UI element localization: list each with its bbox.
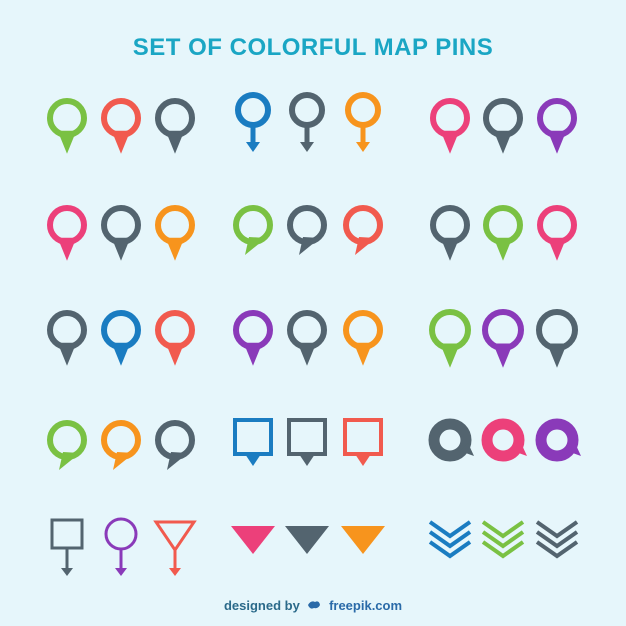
drop-pin-icon <box>287 310 327 366</box>
triangle-stem-pin-icon <box>153 520 197 576</box>
ring-thick-pin-icon <box>428 418 474 462</box>
bubble-pin-icon <box>343 205 383 255</box>
bubble-left-pin-icon <box>101 310 141 366</box>
freepik-logo-icon <box>308 601 321 609</box>
chevron-tri-pin-icon <box>229 526 277 563</box>
chevron-triple-pin-icon <box>535 520 579 559</box>
drop-pin-icon <box>483 98 523 154</box>
chevron-tri-pin-icon <box>339 526 387 563</box>
ring-thick-pin-icon <box>481 418 527 462</box>
bubble-pin-icon <box>155 420 195 470</box>
drop-wide-pin-icon <box>429 309 471 368</box>
footer-credit: designed by freepik.com <box>0 598 626 613</box>
designed-by-text: designed by <box>223 598 300 613</box>
circle-arrow-pin-icon <box>104 517 138 576</box>
drop-pin-icon <box>155 98 195 154</box>
chevron-tri-pin-icon <box>283 526 331 563</box>
bubble-pin-icon <box>233 205 273 255</box>
ring-arrow-pin-icon <box>345 92 381 152</box>
square-arrow-pin-icon <box>50 518 84 576</box>
drop-pin-icon <box>430 205 470 261</box>
drop-pin-icon <box>155 205 195 261</box>
square-pin-icon <box>287 418 327 466</box>
ring-arrow-pin-icon <box>289 92 325 152</box>
freepik-brand-text: freepik.com <box>329 598 403 613</box>
drop-pin-icon <box>537 98 577 154</box>
drop-pin-icon <box>430 98 470 154</box>
bubble-left-pin-icon <box>47 310 87 366</box>
drop-pin-icon <box>101 205 141 261</box>
drop-pin-icon <box>343 310 383 366</box>
drop-pin-icon <box>483 205 523 261</box>
bubble-left-pin-icon <box>155 310 195 366</box>
drop-pin-icon <box>233 310 273 366</box>
ring-arrow-pin-icon <box>235 92 271 152</box>
bubble-pin-icon <box>101 420 141 470</box>
drop-pin-icon <box>537 205 577 261</box>
ring-thick-pin-icon <box>535 418 581 462</box>
drop-pin-icon <box>47 205 87 261</box>
drop-wide-pin-icon <box>482 309 524 368</box>
drop-wide-pin-icon <box>536 309 578 368</box>
bubble-pin-icon <box>47 420 87 470</box>
chevron-triple-pin-icon <box>481 520 525 559</box>
chevron-triple-pin-icon <box>428 520 472 559</box>
drop-pin-icon <box>101 98 141 154</box>
square-pin-icon <box>343 418 383 466</box>
map-pins-canvas <box>47 92 581 576</box>
drop-pin-icon <box>47 98 87 154</box>
bubble-pin-icon <box>287 205 327 255</box>
square-pin-icon <box>233 418 273 466</box>
